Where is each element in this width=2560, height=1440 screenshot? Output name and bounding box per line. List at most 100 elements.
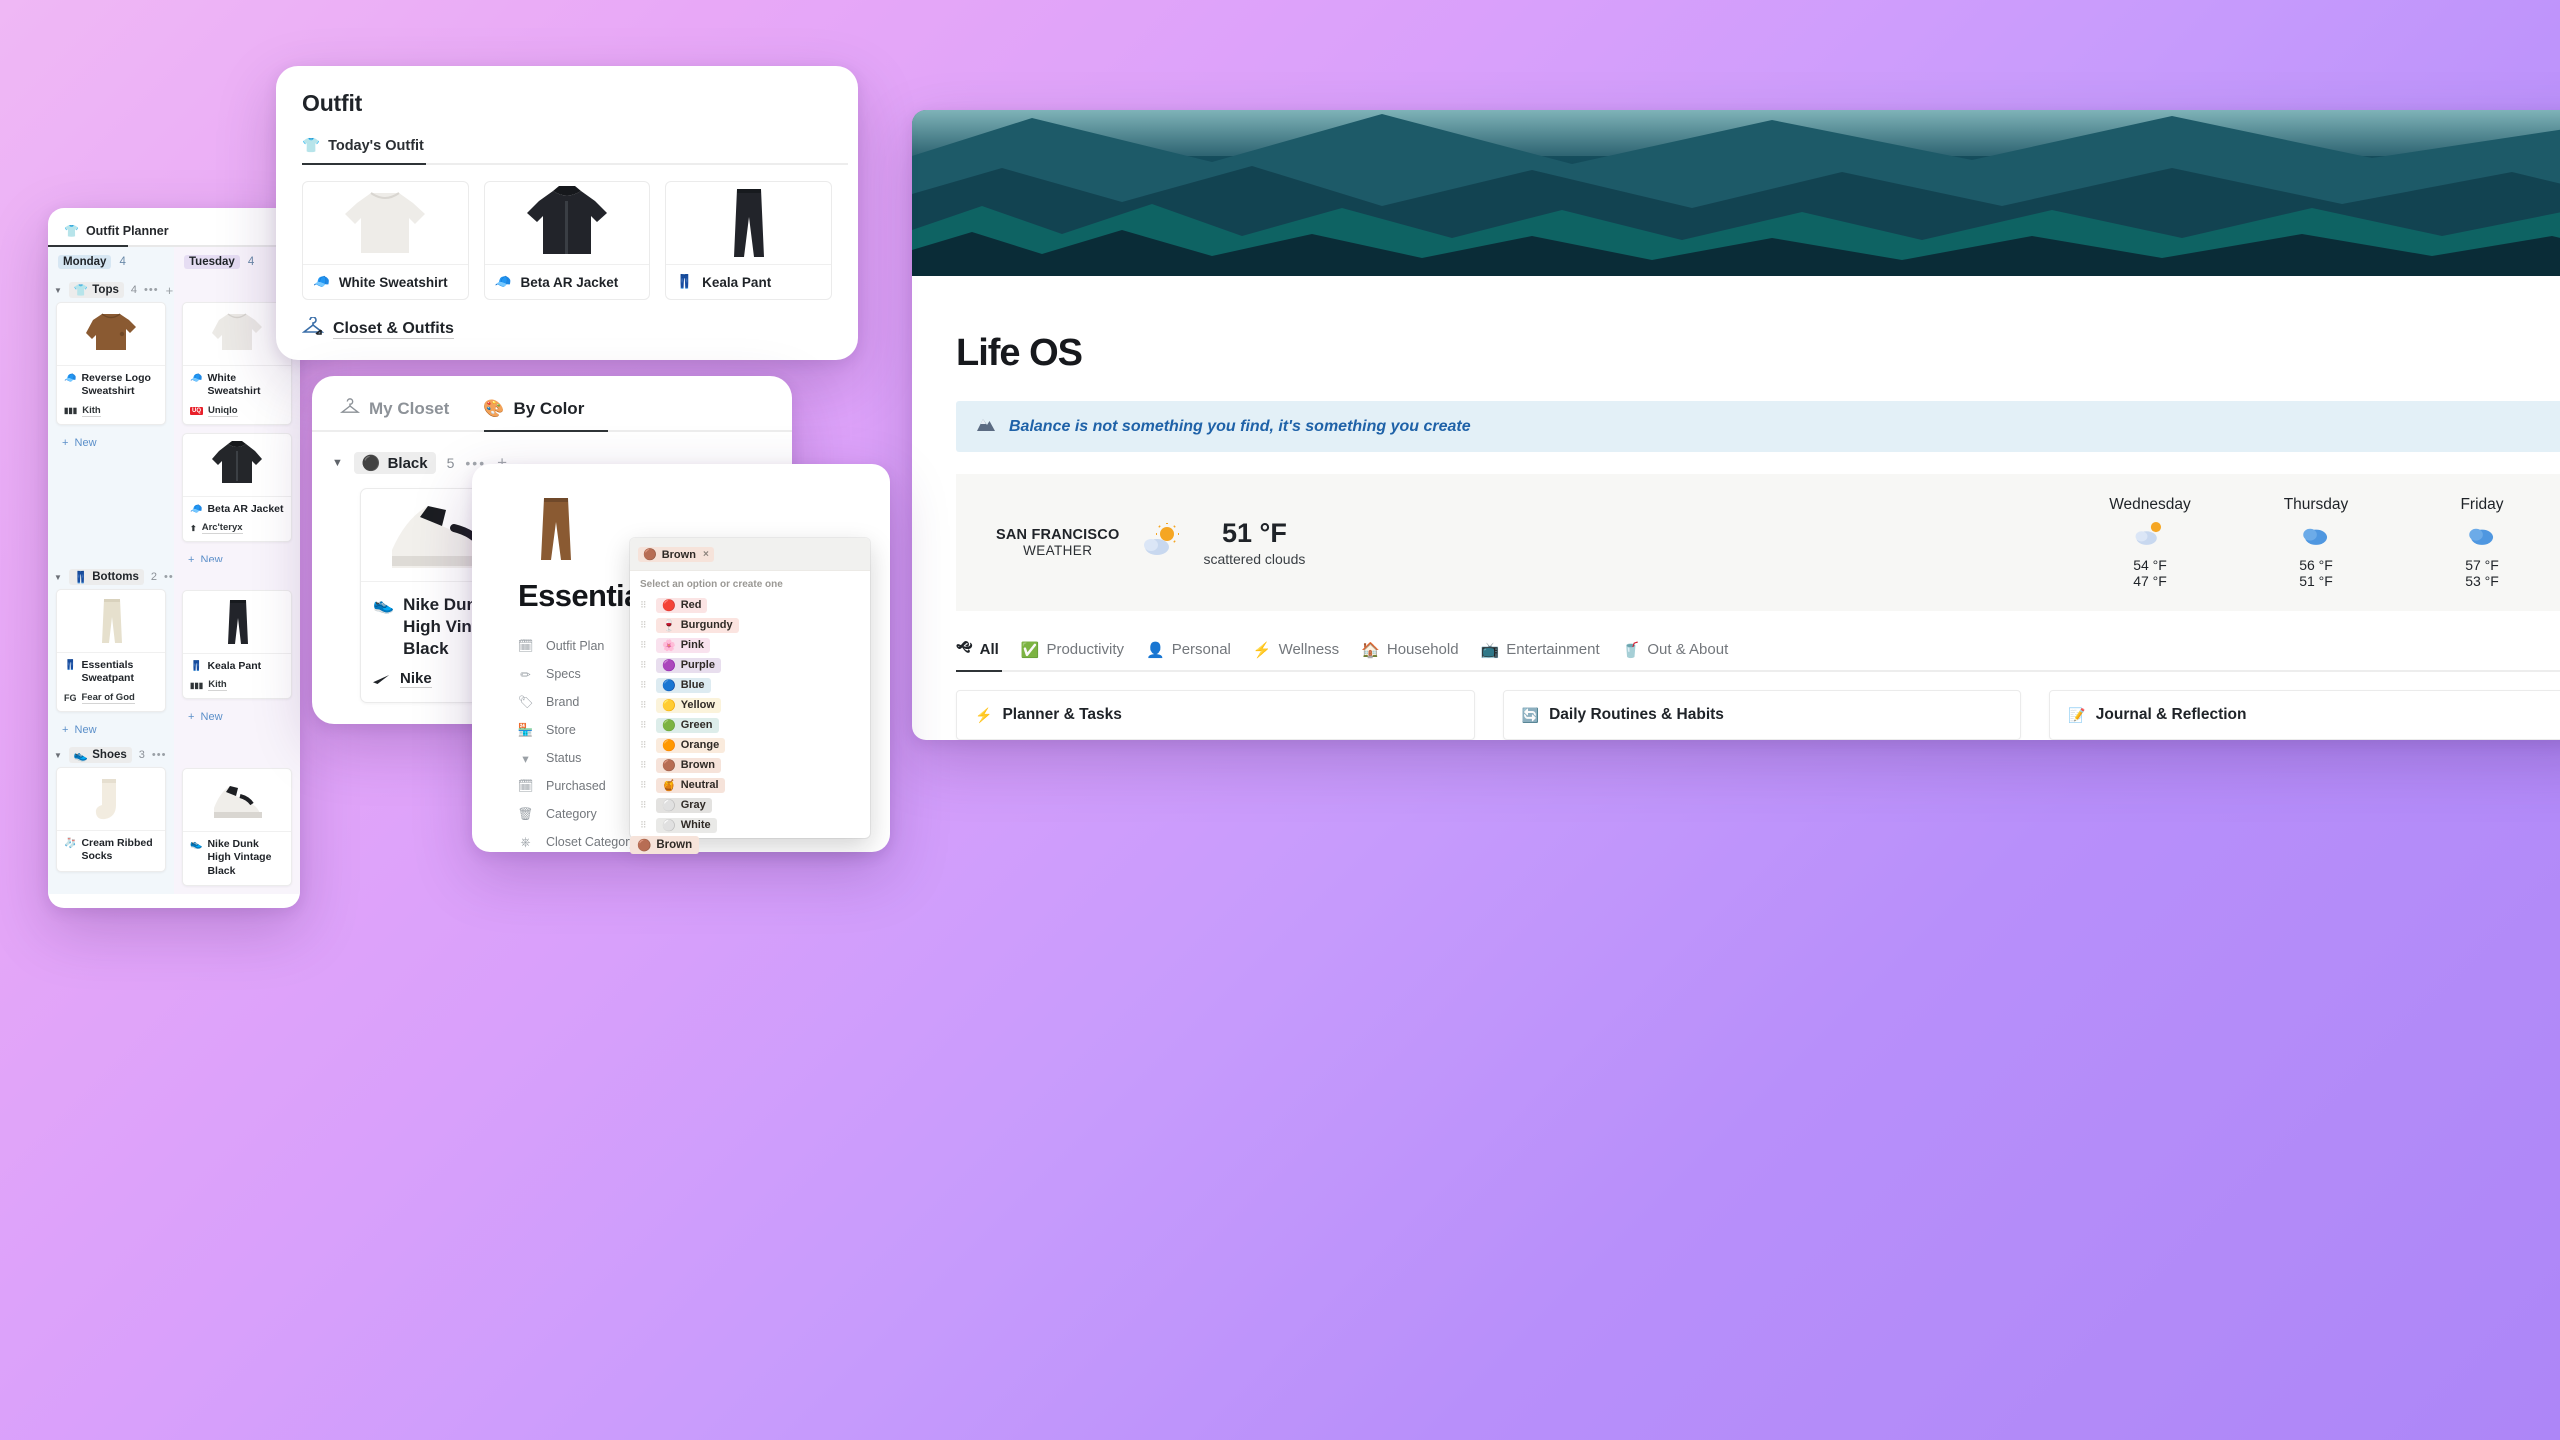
drag-handle-icon[interactable]: ⠿ (640, 740, 648, 750)
day-count: 4 (119, 256, 126, 268)
tab-label: Household (1386, 641, 1459, 658)
option-row-white[interactable]: ⠿ ⚪ White (636, 815, 864, 835)
tab-all[interactable]: 🙝 All (956, 637, 999, 670)
item-card-keala-pant[interactable]: 👖 Keala Pant ▮▮▮ Kith (182, 590, 292, 700)
item-label: White Sweatshirt (338, 274, 448, 290)
group-count: 4 (130, 284, 137, 296)
drag-handle-icon[interactable]: ⠿ (640, 720, 648, 730)
weather-location: SAN FRANCISCO WEATHER (996, 527, 1119, 558)
property-label: Purchased (546, 779, 606, 793)
drag-handle-icon[interactable]: ⠿ (640, 760, 648, 770)
life-os-link-grid: ⚡ Planner & Tasks 🔄 Daily Routines & Habit… (912, 672, 2560, 740)
orange-circle-icon: 🟠 (662, 739, 676, 752)
hues-value-chip[interactable]: 🟤 Brown (630, 836, 700, 854)
group-header-bottoms[interactable]: ▼ 👖Bottoms 2 ••• + (48, 562, 193, 589)
hanger-icon: ⎈ (520, 834, 531, 849)
refresh-icon: 🔄 (1521, 706, 1540, 723)
tab-by-color[interactable]: 🎨 By Color (483, 398, 584, 430)
option-row-purple[interactable]: ⠿ 🟣 Purple (636, 655, 864, 675)
tab-personal[interactable]: 👤 Personal (1146, 637, 1231, 670)
option-row-orange[interactable]: ⠿ 🟠 Orange (636, 735, 864, 755)
tab-outfit-planner[interactable]: 👕 Outfit Planner (64, 224, 284, 245)
arcteryx-logo-icon: ⬆ (190, 523, 197, 533)
planner-bottoms-section: ▼ 👖Bottoms 2 ••• + 👖Essentials Sweatpant… (48, 562, 300, 746)
blossom-icon: 🌸 (662, 639, 676, 652)
option-row-brown[interactable]: ⠿ 🟤 Brown (636, 755, 864, 775)
drag-handle-icon[interactable]: ⠿ (640, 620, 648, 630)
tshirt-icon: 👕 (73, 285, 89, 297)
option-row-pink[interactable]: ⠿ 🌸 Pink (636, 635, 864, 655)
tab-productivity[interactable]: ✅ Productivity (1021, 637, 1124, 670)
add-new-button[interactable]: + New (174, 707, 300, 733)
chevron-down-icon[interactable]: ▼ (54, 751, 62, 760)
option-row-burgundy[interactable]: ⠿ 🍷 Burgundy (636, 615, 864, 635)
group-header-tops[interactable]: ▼ 👕 Tops 4 ••• + (48, 275, 174, 302)
drag-handle-icon[interactable]: ⠿ (640, 780, 648, 790)
outfit-item-keala-pant[interactable]: 👖 Keala Pant (665, 181, 833, 300)
link-card-journal[interactable]: 📝 Journal & Reflection (2049, 690, 2560, 740)
forecast-day-name: Wednesday (2109, 496, 2191, 513)
tab-my-closet[interactable]: My Closet (339, 398, 449, 430)
option-row-blue[interactable]: ⠿ 🔵 Blue (636, 675, 864, 695)
tab-out-and-about[interactable]: 🥤 Out & About (1622, 637, 1729, 670)
property-label: Store (546, 723, 576, 737)
mountain-icon (976, 416, 996, 437)
option-chip: 🌸 Pink (656, 637, 710, 653)
link-card-daily-routines[interactable]: 🔄 Daily Routines & Habits (1502, 690, 2022, 740)
drag-handle-icon[interactable]: ⠿ (640, 680, 648, 690)
bottoms-column-tuesday: 👖 Keala Pant ▮▮▮ Kith + New (174, 562, 300, 746)
group-chip: ⚫ Black (353, 452, 436, 474)
option-row-gray[interactable]: ⠿ ⚪ Gray (636, 795, 864, 815)
drag-handle-icon[interactable]: ⠿ (640, 800, 648, 810)
option-row-neutral[interactable]: ⠿ 🍯 Neutral (636, 775, 864, 795)
drag-handle-icon[interactable]: ⠿ (640, 660, 648, 670)
bolt-icon: ⚡ (1252, 641, 1272, 659)
tab-todays-outfit[interactable]: 👕 Today's Outfit (302, 137, 424, 163)
life-os-cover-image (912, 110, 2560, 276)
drag-handle-icon[interactable]: ⠿ (640, 640, 648, 650)
option-row-green[interactable]: ⠿ 🟢 Green (636, 715, 864, 735)
property-label: Brand (546, 695, 580, 709)
chevron-down-icon[interactable]: ▼ (332, 457, 343, 469)
forecast-day: Friday 57 °F 53 °F (2430, 496, 2534, 589)
day-name: Monday (58, 255, 112, 269)
item-card-nike-dunk[interactable]: 👟 Nike Dunk High Vintage Black (182, 768, 292, 887)
calendar-icon: 🗓 (517, 638, 534, 653)
item-card-beta-ar-jacket[interactable]: 🧢 Beta AR Jacket ⬆ Arc'teryx (182, 432, 292, 543)
tab-household[interactable]: 🏠 Household (1361, 637, 1458, 670)
property-label: Specs (546, 667, 581, 681)
option-row-yellow[interactable]: ⠿ 🟡 Yellow (636, 695, 864, 715)
remove-token-icon[interactable]: × (703, 549, 709, 560)
outfit-item-beta-ar-jacket[interactable]: 🧢 Beta AR Jacket (483, 181, 651, 300)
bottoms-column-monday: ▼ 👖Bottoms 2 ••• + 👖Essentials Sweatpant… (48, 562, 193, 746)
item-meta: 👖 Keala Pant ▮▮▮ Kith (183, 653, 291, 698)
item-card-reverse-logo-sweatshirt[interactable]: 🧢 Reverse Logo Sweatshirt ▮▮▮ Kith (56, 302, 166, 425)
brand-mark-icon: ▮▮▮ (190, 680, 204, 690)
drag-handle-icon[interactable]: ⠿ (640, 600, 648, 610)
add-icon[interactable]: + (166, 283, 174, 298)
item-card-essentials-sweatpant[interactable]: 👖 Essentials Sweatpant FG Fear of God (56, 589, 166, 712)
add-new-button[interactable]: + New (48, 433, 174, 459)
dropdown-hint: Select an option or create one (640, 579, 783, 590)
more-options-icon[interactable]: ••• (144, 284, 159, 296)
closet-and-outfits-link[interactable]: Closet & Outfits (301, 316, 858, 342)
link-card-planner-tasks[interactable]: ⚡ Planner & Tasks (956, 690, 1475, 740)
chevron-down-icon[interactable]: ▼ (54, 286, 62, 295)
chevron-down-icon[interactable]: ▼ (54, 573, 62, 582)
outfit-item-white-sweatshirt[interactable]: 🧢 White Sweatshirt (302, 181, 469, 300)
item-brand: ▮▮▮ Kith (190, 679, 227, 692)
option-row-red[interactable]: ⠿ 🔴 Red (636, 595, 864, 615)
more-options-icon[interactable]: ••• (152, 749, 167, 761)
dropdown-search-header[interactable]: 🟤 Brown × (630, 538, 870, 571)
bust-icon: 👤 (1146, 641, 1165, 659)
blue-circle-icon: 🔵 (662, 679, 676, 692)
item-card-cream-ribbed-socks[interactable]: 🧦 Cream Ribbed Socks (56, 767, 166, 872)
selected-token-brown[interactable]: 🟤 Brown × (638, 547, 714, 562)
tab-entertainment[interactable]: 📺 Entertainment (1481, 637, 1600, 670)
drag-handle-icon[interactable]: ⠿ (640, 820, 648, 830)
life-os-window: Life OS Balance is not something you fin… (912, 110, 2560, 740)
drag-handle-icon[interactable]: ⠿ (640, 700, 648, 710)
tab-wellness[interactable]: ⚡ Wellness (1253, 637, 1339, 670)
group-header-shoes[interactable]: ▼ 👟Shoes 3 ••• + (48, 740, 181, 767)
hanger-link-icon (301, 316, 325, 342)
